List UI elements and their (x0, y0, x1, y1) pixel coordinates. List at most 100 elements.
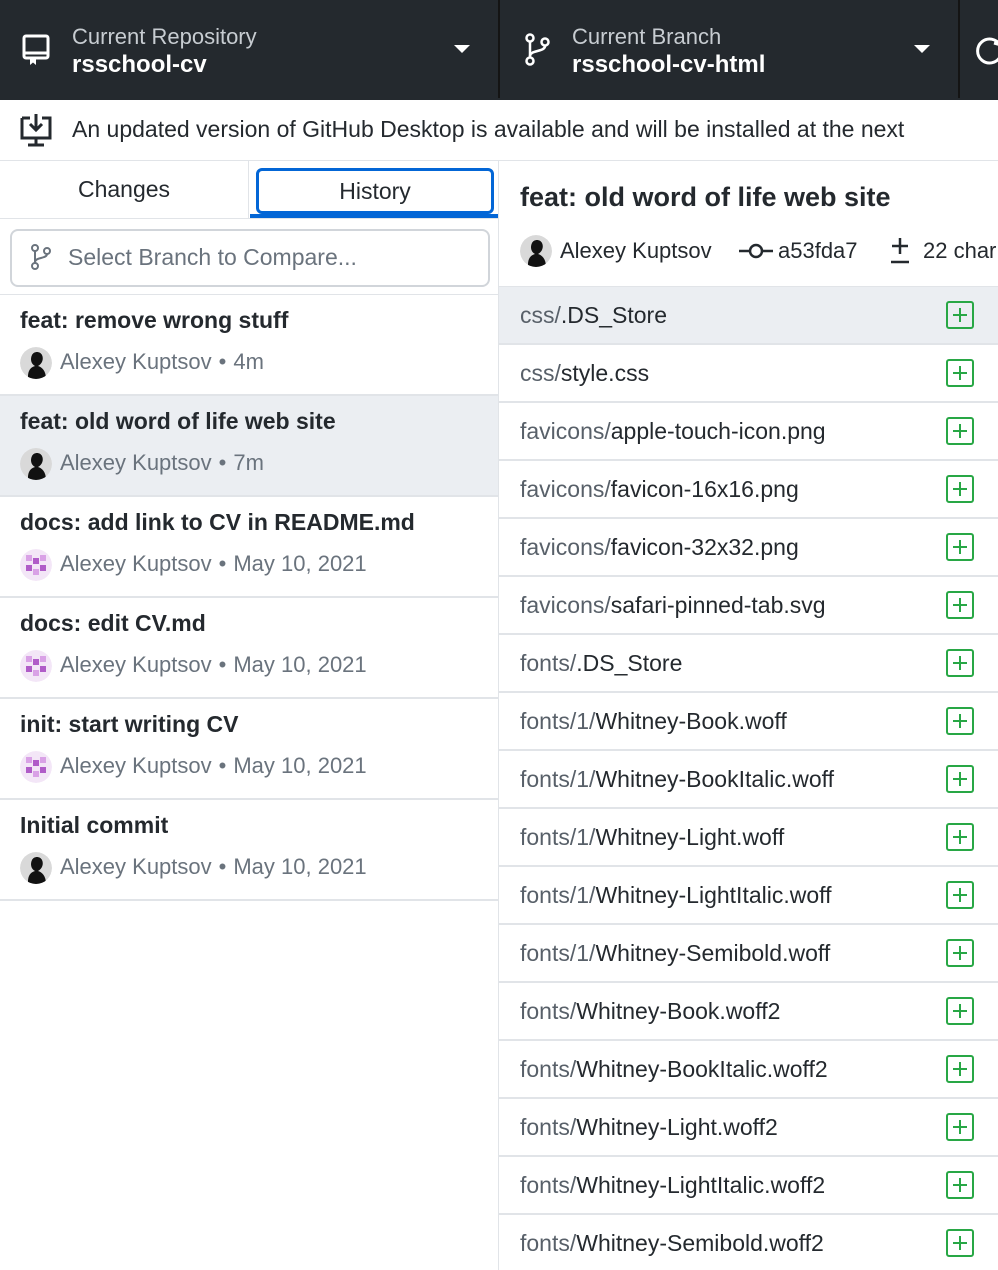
avatar (20, 751, 52, 783)
commit-meta: Alexey Kuptsov • May 10, 2021 (60, 753, 367, 779)
commit-title: feat: remove wrong stuff (20, 307, 289, 333)
changed-file-row[interactable]: favicons/safari-pinned-tab.svg (499, 577, 998, 635)
commit-list-item[interactable]: docs: add link to CV in README.md Alexey … (0, 497, 498, 598)
file-directory: fonts/ (520, 1230, 577, 1256)
file-added-icon (946, 1229, 974, 1257)
commit-meta: Alexey Kuptsov • 4m (60, 349, 264, 375)
changed-file-row[interactable]: fonts/1/Whitney-LightItalic.woff (499, 867, 998, 925)
commit-meta: Alexey Kuptsov • May 10, 2021 (60, 551, 367, 577)
changed-file-row[interactable]: fonts/1/Whitney-BookItalic.woff (499, 751, 998, 809)
tab-bar: Changes History (0, 161, 498, 219)
changed-file-row[interactable]: css/.DS_Store (499, 287, 998, 345)
commit-author: Alexey Kuptsov (60, 450, 212, 475)
commit-list-item[interactable]: Initial commit Alexey Kuptsov • May 10, 202… (0, 800, 498, 901)
commit-author: Alexey Kuptsov (60, 652, 212, 677)
separator-dot: • (218, 854, 227, 879)
file-directory: favicons/ (520, 476, 611, 502)
file-path: fonts/1/Whitney-Light.woff (520, 824, 784, 851)
commit-author: Alexey Kuptsov (60, 753, 212, 778)
commit-meta: Alexey Kuptsov • May 10, 2021 (60, 854, 367, 880)
banner-message: An updated version of GitHub Desktop is … (72, 116, 905, 142)
commit-title: feat: old word of life web site (20, 408, 336, 434)
file-path: favicons/favicon-32x32.png (520, 534, 799, 561)
branch-compare-input[interactable] (66, 231, 480, 283)
file-path: fonts/1/Whitney-BookItalic.woff (520, 766, 834, 793)
changed-file-row[interactable]: favicons/favicon-32x32.png (499, 519, 998, 577)
commit-icon (739, 243, 773, 259)
file-directory: fonts/ (520, 998, 577, 1024)
branch-compare-field[interactable] (10, 229, 490, 287)
file-added-icon (946, 359, 974, 387)
file-name: apple-touch-icon.png (610, 418, 826, 444)
repository-dropdown[interactable]: Current Repository rsschool-cv (0, 0, 500, 98)
changed-file-row[interactable]: fonts/.DS_Store (499, 635, 998, 693)
file-name: Whitney-Book.woff (595, 708, 787, 734)
file-added-icon (946, 1113, 974, 1141)
file-directory: favicons/ (520, 592, 611, 618)
commit-title: docs: edit CV.md (20, 610, 206, 636)
changed-files-count: 22 char (923, 238, 997, 263)
file-path: fonts/Whitney-Book.woff2 (520, 998, 780, 1025)
file-name: Whitney-BookItalic.woff2 (576, 1056, 828, 1082)
file-added-icon (946, 591, 974, 619)
file-directory: fonts/1/ (520, 708, 596, 734)
commit-time: May 10, 2021 (233, 753, 367, 778)
branch-icon (31, 244, 51, 270)
file-path: favicons/favicon-16x16.png (520, 476, 799, 503)
fetch-origin-button[interactable] (960, 0, 998, 98)
repository-caption: Current Repository (72, 24, 257, 49)
commit-author: Alexey Kuptsov (60, 349, 212, 374)
file-path: fonts/Whitney-Light.woff2 (520, 1114, 778, 1141)
file-added-icon (946, 939, 974, 967)
file-directory: fonts/ (520, 1056, 577, 1082)
commit-title: Initial commit (20, 812, 169, 838)
repo-icon (22, 34, 50, 65)
commit-time: May 10, 2021 (233, 652, 367, 677)
file-path: fonts/1/Whitney-LightItalic.woff (520, 882, 832, 909)
file-path: fonts/1/Whitney-Book.woff (520, 708, 787, 735)
tab-history[interactable]: History (256, 168, 494, 214)
tab-changes[interactable]: Changes (0, 161, 249, 218)
file-added-icon (946, 823, 974, 851)
file-added-icon (946, 649, 974, 677)
changed-file-row[interactable]: fonts/Whitney-Book.woff2 (499, 983, 998, 1041)
file-added-icon (946, 707, 974, 735)
separator-dot: • (218, 652, 227, 677)
commit-sha[interactable]: a53fda7 (778, 238, 858, 264)
commit-author: Alexey Kuptsov (60, 551, 212, 576)
file-directory: fonts/ (520, 1114, 577, 1140)
changed-file-row[interactable]: fonts/Whitney-Semibold.woff2 (499, 1215, 998, 1270)
avatar-identicon (20, 549, 52, 581)
file-path: favicons/safari-pinned-tab.svg (520, 592, 826, 619)
changed-file-row[interactable]: favicons/apple-touch-icon.png (499, 403, 998, 461)
commit-author: Alexey Kuptsov (60, 854, 212, 879)
desktop-download-icon (20, 114, 52, 147)
commit-list-item[interactable]: docs: edit CV.md Alexey Kuptsov • May 10, 2… (0, 598, 498, 699)
file-name: Whitney-Light.woff2 (576, 1114, 778, 1140)
avatar-identicon (20, 751, 52, 783)
branch-dropdown[interactable]: Current Branch rsschool-cv-html (500, 0, 960, 98)
separator-dot: • (218, 551, 227, 576)
changed-file-row[interactable]: fonts/Whitney-Light.woff2 (499, 1099, 998, 1157)
file-path: fonts/.DS_Store (520, 650, 682, 677)
changed-file-row[interactable]: fonts/1/Whitney-Book.woff (499, 693, 998, 751)
separator-dot: • (218, 349, 227, 374)
avatar (520, 235, 552, 267)
file-directory: fonts/ (520, 1172, 577, 1198)
file-added-icon (946, 533, 974, 561)
avatar (20, 549, 52, 581)
commit-details: feat: old word of life web site Alexey K… (499, 161, 998, 1270)
commit-list-item[interactable]: feat: old word of life web site Alexey Ku… (0, 396, 498, 497)
file-added-icon (946, 475, 974, 503)
file-path: fonts/1/Whitney-Semibold.woff (520, 940, 830, 967)
changed-file-row[interactable]: fonts/1/Whitney-Semibold.woff (499, 925, 998, 983)
file-path: favicons/apple-touch-icon.png (520, 418, 826, 445)
file-path: fonts/Whitney-Semibold.woff2 (520, 1230, 824, 1257)
commit-list-item[interactable]: init: start writing CV Alexey Kuptsov • May… (0, 699, 498, 800)
changed-file-row[interactable]: fonts/1/Whitney-Light.woff (499, 809, 998, 867)
commit-list-item[interactable]: feat: remove wrong stuff Alexey Kuptsov • 4… (0, 295, 498, 396)
changed-file-row[interactable]: fonts/Whitney-LightItalic.woff2 (499, 1157, 998, 1215)
changed-file-row[interactable]: favicons/favicon-16x16.png (499, 461, 998, 519)
changed-file-row[interactable]: fonts/Whitney-BookItalic.woff2 (499, 1041, 998, 1099)
changed-file-row[interactable]: css/style.css (499, 345, 998, 403)
